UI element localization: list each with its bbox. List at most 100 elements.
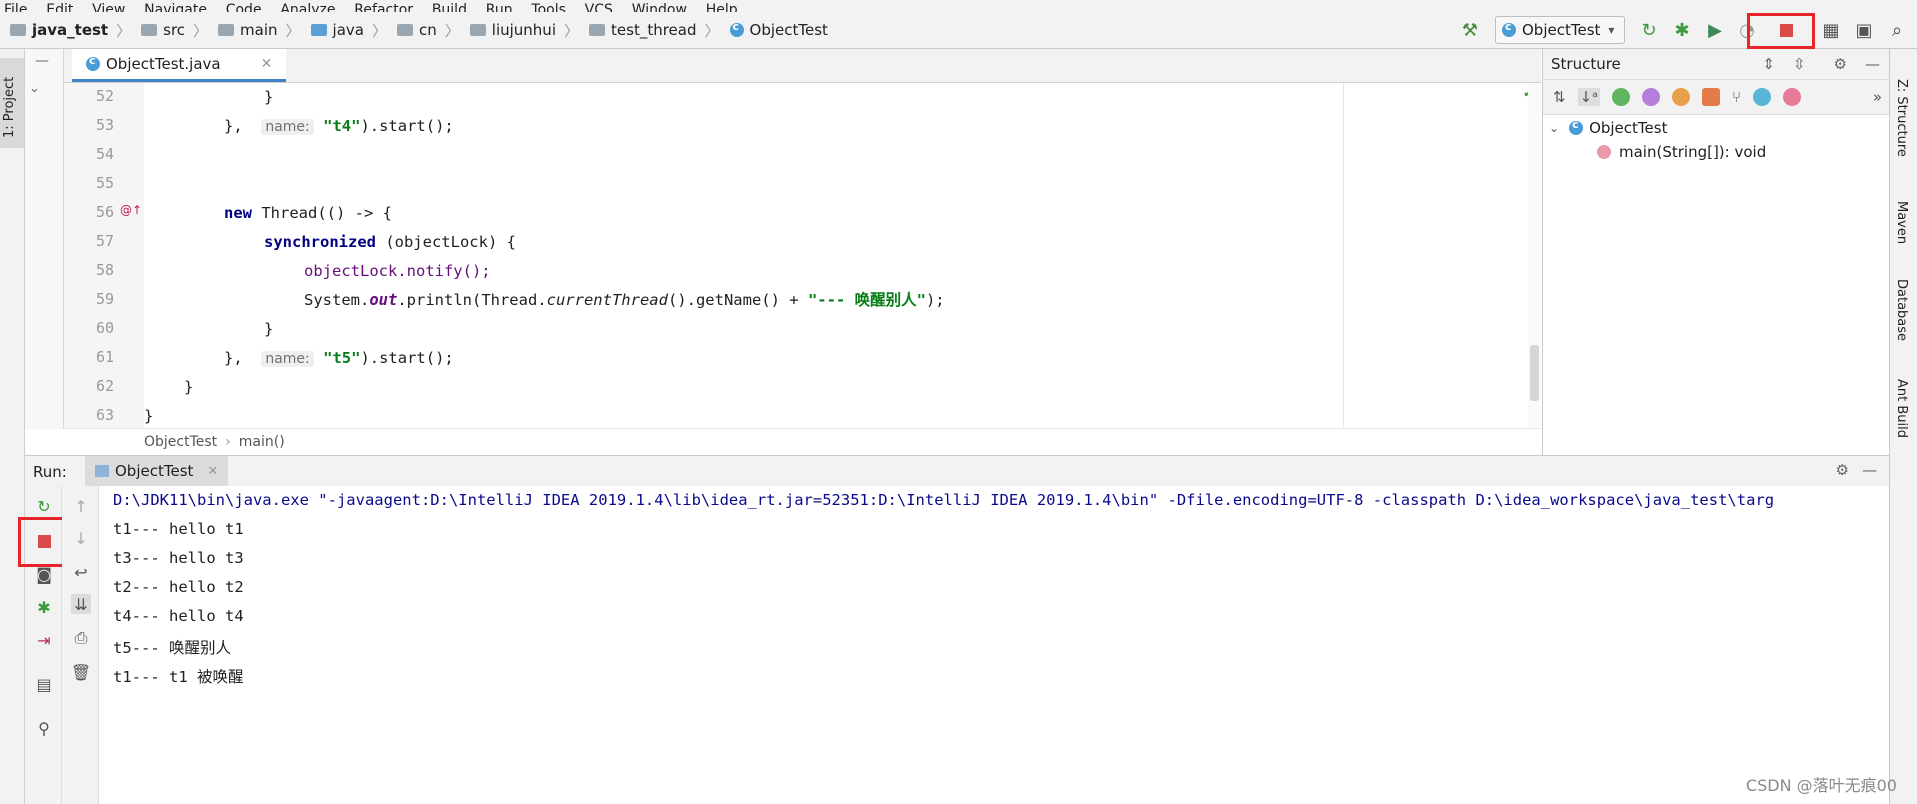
editor-crumb-class[interactable]: ObjectTest: [144, 434, 217, 450]
tree-node-objecttest[interactable]: ⌄ ObjectTest: [1549, 118, 1667, 137]
right-tab-structure[interactable]: Z: Structure: [1894, 79, 1909, 157]
menu-analyze[interactable]: Analyze: [280, 1, 335, 12]
show-lambdas-icon[interactable]: [1753, 88, 1772, 106]
menu-edit[interactable]: Edit: [46, 1, 73, 12]
exit-icon[interactable]: ⇥: [34, 630, 54, 650]
hammer-icon[interactable]: ⚒: [1456, 16, 1484, 44]
scroll-to-end-icon[interactable]: ⇊: [71, 594, 91, 614]
rerun-icon[interactable]: ↻: [1635, 16, 1663, 44]
module-icon: [10, 24, 26, 36]
show-anonymous-icon[interactable]: ⑂: [1732, 88, 1741, 106]
menu-vcs[interactable]: VCS: [585, 1, 613, 12]
right-tab-ant-build[interactable]: Ant Build: [1894, 379, 1909, 438]
menu-help[interactable]: Help: [706, 1, 738, 12]
camera-icon[interactable]: ◙: [34, 564, 54, 584]
close-icon[interactable]: ✕: [261, 56, 273, 72]
code-line-58: objectLock.notify();: [304, 262, 491, 280]
sort-visibility-icon[interactable]: ⇅: [1553, 88, 1566, 106]
run-config-icon: [95, 465, 109, 477]
console-line: t4--- hello t4: [113, 607, 244, 625]
show-properties-icon[interactable]: [1642, 88, 1661, 106]
menu-run[interactable]: Run: [486, 1, 513, 12]
console-line: t1--- t1 被唤醒: [113, 668, 244, 686]
chevron-down-icon[interactable]: ⌄: [29, 81, 40, 96]
minimize-icon[interactable]: —: [1862, 461, 1877, 479]
breadcrumb-src[interactable]: src 〉: [131, 20, 208, 41]
arrow-down-icon[interactable]: ↓: [71, 528, 91, 548]
breadcrumb-objecttest[interactable]: ObjectTest: [720, 20, 828, 39]
search-icon[interactable]: ⌕: [1883, 16, 1911, 44]
structure-pane: Structure ⇕ ⇳ ⚙ — ⇅ ↓ᵃ ⑂ » ⌄ ObjectTest …: [1542, 49, 1890, 455]
close-icon[interactable]: ✕: [207, 464, 218, 479]
show-inherited-icon[interactable]: [1612, 88, 1631, 106]
menu-navigate[interactable]: Navigate: [144, 1, 207, 12]
run-label: Run:: [33, 463, 67, 481]
right-tab-database[interactable]: Database: [1894, 279, 1909, 341]
menu-view[interactable]: View: [92, 1, 125, 12]
expand-all-icon[interactable]: ⇕: [1762, 55, 1775, 73]
print-icon[interactable]: ⎙: [71, 628, 91, 648]
debug-icon[interactable]: ✱: [1668, 16, 1696, 44]
terminal-icon[interactable]: ▣: [1850, 16, 1878, 44]
debug-icon[interactable]: ✱: [34, 597, 54, 617]
gear-icon[interactable]: ⚙: [1836, 461, 1849, 479]
tree-node-main[interactable]: main(String[]): void: [1597, 143, 1766, 161]
run-configuration-select[interactable]: ObjectTest ▾: [1495, 16, 1625, 44]
project-tool-tab[interactable]: 1: Project: [0, 58, 24, 148]
project-pane-minimize-icon[interactable]: —: [35, 53, 49, 69]
breadcrumb-liujunhui[interactable]: liujunhui 〉: [460, 20, 579, 41]
collapse-all-icon[interactable]: ⇳: [1793, 55, 1806, 73]
code-editor[interactable]: } }, name: "t4").start(); new Thread(() …: [144, 83, 1532, 428]
console-line: t5--- 唤醒别人: [113, 639, 231, 657]
run-config-label: ObjectTest: [1522, 21, 1601, 39]
editor-crumb-method[interactable]: main(): [239, 434, 285, 450]
stop-icon[interactable]: [1772, 16, 1800, 44]
structure-toolbar: ⇅ ↓ᵃ ⑂ »: [1543, 80, 1890, 115]
show-lambda-icon[interactable]: [1783, 88, 1802, 106]
left-tool-strip: [0, 49, 25, 804]
layout-icon[interactable]: ▤: [34, 674, 54, 694]
show-fields-icon[interactable]: [1672, 88, 1691, 106]
breadcrumb-test-thread[interactable]: test_thread 〉: [579, 20, 720, 41]
project-pane: — ⌄: [25, 49, 64, 429]
show-non-public-icon[interactable]: [1702, 88, 1721, 106]
code-line-63: }: [144, 407, 154, 425]
menu-tools[interactable]: Tools: [531, 1, 566, 12]
breadcrumb-cn[interactable]: cn 〉: [387, 20, 460, 41]
tab-objecttest-java[interactable]: ObjectTest.java ✕: [72, 49, 287, 82]
editor-breadcrumb: ObjectTest › main(): [64, 428, 1541, 455]
menu-code[interactable]: Code: [226, 1, 262, 12]
breadcrumb-java[interactable]: java 〉: [301, 20, 387, 41]
menu-build[interactable]: Build: [432, 1, 467, 12]
console-output[interactable]: D:\JDK11\bin\java.exe "-javaagent:D:\Int…: [99, 486, 1889, 804]
gear-icon[interactable]: ⚙: [1834, 55, 1847, 73]
trash-icon[interactable]: 🗑: [71, 662, 91, 682]
editor-tab-bar: ObjectTest.java ✕: [64, 49, 1541, 83]
breadcrumb-main[interactable]: main 〉: [208, 20, 301, 41]
package-icon: [589, 24, 606, 36]
line-number: 53: [95, 116, 114, 134]
soft-wrap-icon[interactable]: ↩: [71, 562, 91, 582]
arrow-up-icon[interactable]: ↑: [71, 496, 91, 516]
rerun-icon[interactable]: ↻: [34, 496, 54, 516]
menu-refactor[interactable]: Refactor: [354, 1, 413, 12]
coverage-icon[interactable]: ▶: [1701, 16, 1729, 44]
menu-window[interactable]: Window: [632, 1, 687, 12]
right-tab-maven[interactable]: Maven: [1894, 201, 1909, 244]
line-number: 57: [95, 232, 114, 250]
editor-scrollbar[interactable]: [1528, 83, 1541, 428]
console-line: t1--- hello t1: [113, 520, 244, 538]
sort-alpha-icon[interactable]: ↓ᵃ: [1577, 88, 1601, 106]
code-line-61: }, name: "t5").start();: [224, 349, 454, 367]
project-structure-icon[interactable]: ▦: [1817, 16, 1845, 44]
chevron-down-icon[interactable]: ⌄: [1549, 121, 1559, 135]
line-number: 55: [95, 174, 114, 192]
menu-file[interactable]: File: [4, 1, 27, 12]
more-icon[interactable]: »: [1873, 88, 1882, 106]
run-tab-objecttest[interactable]: ObjectTest ✕: [85, 456, 229, 486]
minimize-icon[interactable]: —: [1865, 55, 1880, 73]
override-marker-icon[interactable]: @↑: [120, 203, 142, 217]
pin-icon[interactable]: ⚲: [34, 718, 54, 738]
code-line-60: }: [264, 320, 274, 338]
breadcrumb-java-test[interactable]: java_test 〉: [0, 20, 131, 41]
